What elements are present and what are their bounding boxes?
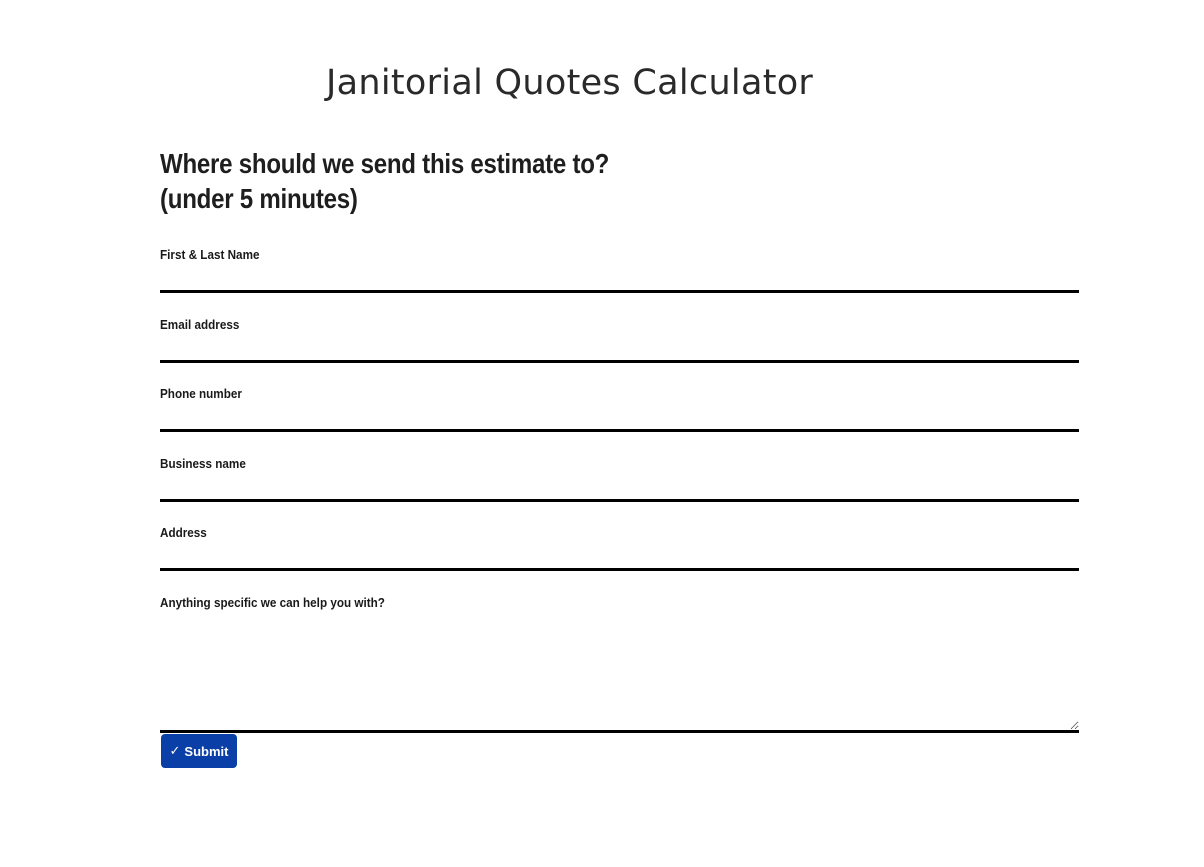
- phone-field-group: Phone number: [160, 386, 1079, 432]
- name-field-label: First & Last Name: [160, 247, 260, 262]
- email-field[interactable]: [160, 337, 1079, 363]
- notes-field-label: Anything specific we can help you with?: [160, 595, 385, 610]
- email-field-label: Email address: [160, 317, 240, 332]
- address-field[interactable]: [160, 545, 1079, 571]
- address-field-group: Address: [160, 525, 1079, 571]
- phone-field[interactable]: [160, 406, 1079, 432]
- name-field[interactable]: [160, 267, 1079, 293]
- name-field-group: First & Last Name: [160, 247, 1079, 293]
- submit-button[interactable]: ✓ Submit: [161, 734, 237, 768]
- email-field-group: Email address: [160, 317, 1079, 363]
- business-name-field[interactable]: [160, 476, 1079, 502]
- submit-button-label: Submit: [184, 743, 229, 759]
- notes-field-group: Anything specific we can help you with?: [160, 595, 1079, 733]
- page-title: Janitorial Quotes Calculator: [326, 63, 814, 103]
- form-heading-line-1: Where should we send this estimate to?: [160, 148, 610, 179]
- checkmark-icon: ✓: [169, 743, 181, 759]
- form-heading: Where should we send this estimate to? (…: [160, 146, 609, 216]
- form-heading-line-2: (under 5 minutes): [160, 183, 358, 214]
- phone-field-label: Phone number: [160, 386, 242, 401]
- notes-textarea[interactable]: [160, 615, 1079, 733]
- address-field-label: Address: [160, 525, 207, 540]
- business-field-label: Business name: [160, 456, 246, 471]
- business-field-group: Business name: [160, 456, 1079, 502]
